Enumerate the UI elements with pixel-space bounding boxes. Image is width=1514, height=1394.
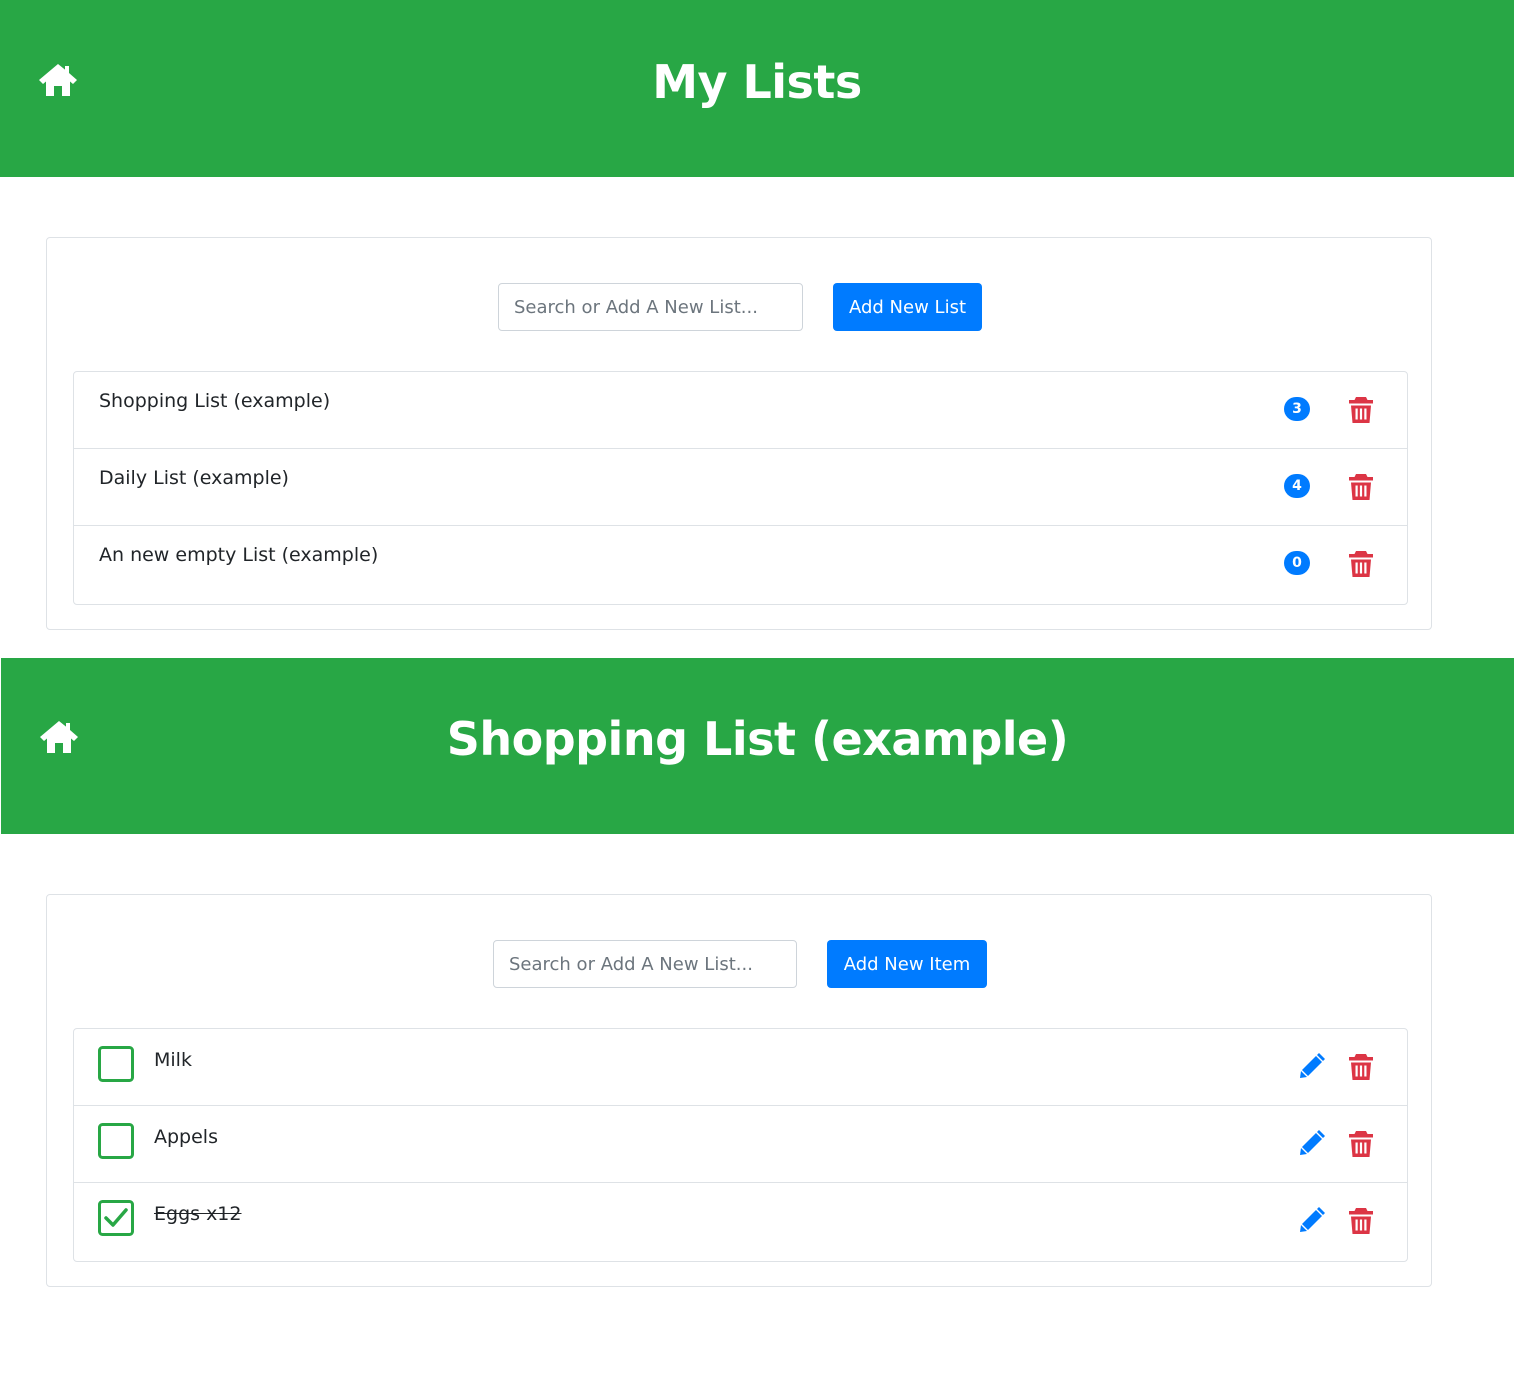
list-item[interactable]: Shopping List (example) 3 [74,372,1407,449]
add-new-item-button[interactable]: Add New Item [827,940,987,988]
pencil-icon [1300,1207,1325,1232]
item-checkbox[interactable] [98,1046,134,1082]
item-checkbox[interactable] [98,1123,134,1159]
list-item: Eggs x12 [74,1183,1407,1261]
item-count-badge: 0 [1284,551,1310,575]
trash-icon [1349,1131,1373,1157]
trash-icon [1349,1054,1373,1080]
items-list: Milk Appels Eggs x12 [73,1028,1408,1262]
list-item[interactable]: Daily List (example) 4 [74,449,1407,526]
delete-list-button[interactable] [1348,550,1374,578]
search-input[interactable] [498,283,803,331]
list-name[interactable]: An new empty List (example) [99,544,378,566]
lists-card: Add New List Shopping List (example) 3 D… [46,237,1432,630]
add-new-list-button[interactable]: Add New List [833,283,982,331]
list-name[interactable]: Daily List (example) [99,467,289,489]
edit-item-button[interactable] [1299,1205,1327,1233]
check-icon [104,1208,128,1227]
item-checkbox[interactable] [98,1200,134,1236]
edit-item-button[interactable] [1299,1128,1327,1156]
app-header: My Lists [0,0,1514,177]
trash-icon [1349,474,1373,500]
trash-icon [1349,551,1373,577]
search-input[interactable] [493,940,797,988]
item-label: Milk [154,1049,192,1071]
pencil-icon [1300,1053,1325,1078]
app-header: Shopping List (example) [1,658,1514,834]
list-item: Milk [74,1029,1407,1106]
delete-item-button[interactable] [1348,1207,1374,1235]
edit-item-button[interactable] [1299,1051,1327,1079]
trash-icon [1349,1208,1373,1234]
delete-list-button[interactable] [1348,396,1374,424]
item-label: Appels [154,1126,218,1148]
list-item: Appels [74,1106,1407,1183]
list-item[interactable]: An new empty List (example) 0 [74,526,1407,604]
delete-list-button[interactable] [1348,473,1374,501]
items-card: Add New Item Milk [46,894,1432,1287]
pencil-icon [1300,1130,1325,1155]
item-count-badge: 4 [1284,474,1310,498]
page-title: Shopping List (example) [446,712,1069,766]
item-count-badge: 3 [1284,397,1310,421]
page-title: My Lists [652,55,862,109]
delete-item-button[interactable] [1348,1130,1374,1158]
list-name[interactable]: Shopping List (example) [99,390,330,412]
trash-icon [1349,397,1373,423]
delete-item-button[interactable] [1348,1053,1374,1081]
item-label: Eggs x12 [154,1203,242,1225]
lists-list: Shopping List (example) 3 Daily List (ex… [73,371,1408,605]
